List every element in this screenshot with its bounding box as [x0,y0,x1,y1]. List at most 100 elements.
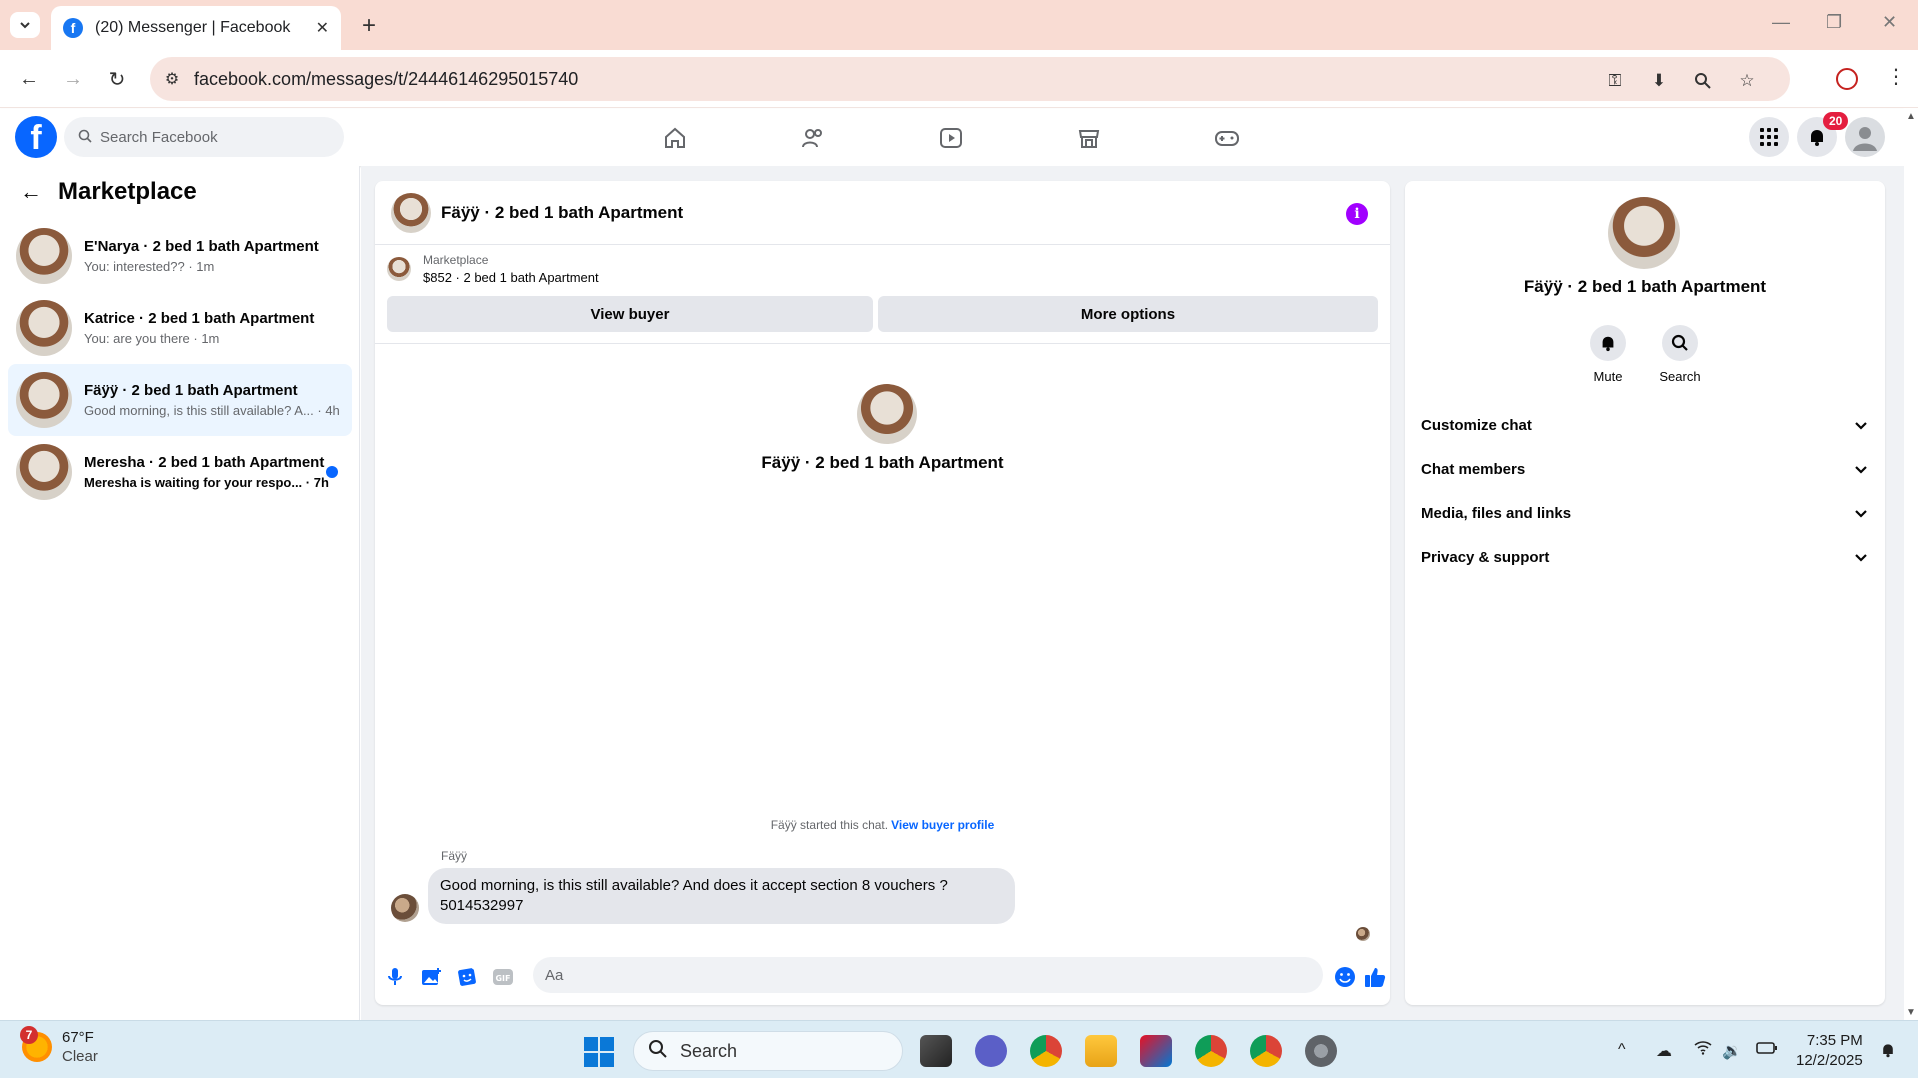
reload-icon[interactable]: ↻ [102,64,132,94]
more-options-button[interactable]: More options [878,296,1378,332]
task-view-icon[interactable] [920,1035,952,1067]
chevron-down-icon [1855,510,1867,518]
install-app-icon[interactable]: ⬇ [1648,70,1670,92]
search-action[interactable]: Search [1650,325,1710,384]
view-buyer-button[interactable]: View buyer [387,296,873,332]
chevron-up-icon[interactable]: ^ [1618,1041,1626,1059]
cloud-off-icon[interactable]: ☁ [1656,1041,1672,1061]
weather-temperature: 67°F [62,1029,94,1046]
accordion-label: Chat members [1421,460,1526,478]
emoji-icon[interactable] [1333,965,1357,989]
chat-started-text: Fäÿÿ started this chat. [770,818,889,832]
browser-toolbar: ← → ↻ ⚙ facebook.com/messages/t/24446146… [0,50,1918,108]
tab-search-button[interactable] [10,12,40,38]
close-tab-icon[interactable]: ✕ [316,18,329,38]
video-nav-icon[interactable] [936,123,966,153]
chat-center-avatar [857,384,917,444]
conversation-item[interactable]: Meresha · 2 bed 1 bath Apartment Meresha… [8,436,352,508]
info-panel-name: Fäÿÿ · 2 bed 1 bath Apartment [1523,277,1767,296]
sidebar-title: Marketplace [58,178,197,205]
message-sender-avatar[interactable] [391,894,419,922]
message-bubble[interactable]: Good morning, is this still available? A… [428,868,1015,924]
restore-icon[interactable]: ❐ [1826,12,1842,33]
file-explorer-icon[interactable] [1085,1035,1117,1067]
page-scrollbar[interactable]: ▲ ▼ [1904,109,1918,1020]
conversation-preview: Good morning, is this still available? A… [84,403,340,418]
weather-widget[interactable]: 7 67°F Clear [20,1026,98,1065]
window-close-icon[interactable]: ✕ [1882,12,1897,33]
accordion-chat-members[interactable]: Chat members [1421,449,1869,489]
chat-header-name[interactable]: Fäÿÿ · 2 bed 1 bath Apartment [441,203,683,223]
minimize-icon[interactable]: — [1772,12,1790,33]
listing-title: $852 · 2 bed 1 bath Apartment [423,270,599,285]
message-input[interactable] [533,957,1323,993]
message-composer: GIF [375,951,1390,1001]
facebook-search-input[interactable]: Search Facebook [64,117,344,157]
conversation-item-active[interactable]: Fäÿÿ · 2 bed 1 bath Apartment Good morni… [8,364,352,436]
browser-profile-icon[interactable] [1836,68,1858,90]
back-icon[interactable]: ← [14,64,44,94]
chrome-profile-icon[interactable] [1250,1035,1282,1067]
accordion-privacy-support[interactable]: Privacy & support [1421,537,1869,577]
gaming-nav-icon[interactable] [1212,123,1242,153]
back-arrow-icon[interactable]: ← [20,179,42,205]
taskbar-search-label: Search [680,1040,738,1061]
battery-icon[interactable] [1756,1041,1778,1060]
message-sender-name: Fäÿÿ [441,849,468,863]
address-bar-actions: ⚿ ⬇ ☆ [1604,70,1758,92]
bookmark-star-icon[interactable]: ☆ [1736,70,1758,92]
chat-header[interactable]: Fäÿÿ · 2 bed 1 bath Apartment [375,181,1390,245]
home-nav-icon[interactable] [660,123,690,153]
address-bar[interactable]: ⚙ facebook.com/messages/t/24446146295015… [150,57,1790,101]
photo-attach-icon[interactable] [419,965,443,989]
chrome-profile-icon[interactable] [1195,1035,1227,1067]
info-panel-avatar[interactable] [1608,197,1680,269]
chat-center-name: Fäÿÿ · 2 bed 1 bath Apartment [761,453,1004,472]
windows-start-icon[interactable] [584,1037,614,1067]
sticker-icon[interactable] [455,965,479,989]
facebook-logo-icon[interactable]: f [15,116,57,158]
conversation-preview: You: interested?? · 1m [84,259,215,274]
clock-date: 12/2/2025 [1796,1052,1863,1069]
chat-header-avatar[interactable] [391,192,431,233]
notification-bell-icon[interactable] [1880,1041,1896,1064]
system-clock[interactable]: 7:35 PM 12/2/2025 [1796,1031,1863,1071]
seen-receipt-avatar [1356,927,1370,941]
listing-thumbnail [387,257,411,281]
teams-chat-icon[interactable] [975,1035,1007,1067]
search-icon[interactable] [1662,325,1698,361]
scroll-up-icon[interactable]: ▲ [1906,111,1916,122]
marketplace-nav-icon[interactable] [1074,123,1104,153]
taskbar-search[interactable]: Search [633,1031,903,1071]
account-avatar[interactable] [1845,117,1885,157]
snipping-tool-icon[interactable] [1140,1035,1172,1067]
thumbs-up-icon[interactable] [1363,965,1387,989]
forward-icon[interactable]: → [58,64,88,94]
browser-tab-messenger[interactable]: f (20) Messenger | Facebook ✕ [51,6,341,50]
conversation-preview: Meresha is waiting for your respo... · 7… [84,475,329,490]
browser-menu-icon[interactable]: ⋮ [1886,64,1906,89]
mute-bell-icon[interactable] [1590,325,1626,361]
view-buyer-profile-link[interactable]: View buyer profile [891,818,994,832]
scroll-down-icon[interactable]: ▼ [1906,1007,1916,1018]
conversation-info-icon[interactable]: i [1346,203,1368,225]
conversation-item[interactable]: Katrice · 2 bed 1 bath Apartment You: ar… [8,292,352,364]
mute-action[interactable]: Mute [1578,325,1638,384]
conversation-item[interactable]: E'Narya · 2 bed 1 bath Apartment You: in… [8,220,352,292]
gif-icon[interactable]: GIF [491,965,515,989]
new-tab-button[interactable]: + [355,12,383,40]
settings-gear-icon[interactable] [1305,1035,1337,1067]
chrome-app-icon[interactable] [1030,1035,1062,1067]
accordion-media-files-links[interactable]: Media, files and links [1421,493,1869,533]
zoom-icon[interactable] [1692,70,1714,92]
wifi-icon[interactable] [1694,1041,1712,1060]
menu-grid-icon[interactable] [1749,117,1789,157]
friends-nav-icon[interactable] [798,123,828,153]
password-key-icon[interactable]: ⚿ [1604,70,1626,92]
accordion-customize-chat[interactable]: Customize chat [1421,405,1869,445]
marketplace-listing-row[interactable]: Marketplace $852 · 2 bed 1 bath Apartmen… [387,253,599,285]
message-text-line: 5014532997 [440,897,524,914]
site-settings-icon[interactable]: ⚙ [150,69,194,89]
volume-icon[interactable]: 🔉 [1722,1041,1742,1061]
microphone-icon[interactable] [383,965,407,989]
